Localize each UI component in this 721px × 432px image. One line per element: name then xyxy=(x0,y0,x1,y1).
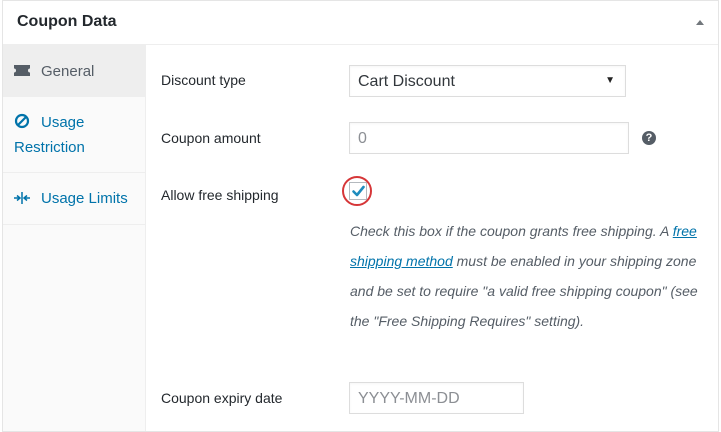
free-shipping-checkbox[interactable] xyxy=(349,182,367,200)
arrows-in-icon xyxy=(14,192,30,204)
discount-type-label: Discount type xyxy=(161,72,246,88)
tab-usage-restriction-label: Usage Restriction xyxy=(14,114,85,156)
ticket-icon xyxy=(14,65,30,76)
panel-header: Coupon Data xyxy=(3,1,718,45)
general-options: Discount type Cart Discount ▼ Coupon amo… xyxy=(146,45,718,431)
expiry-date-input[interactable]: YYYY-MM-DD xyxy=(349,382,524,414)
expiry-date-placeholder: YYYY-MM-DD xyxy=(358,390,460,407)
tab-usage-limits-label: Usage Limits xyxy=(41,190,128,207)
tab-general[interactable]: General xyxy=(3,45,145,97)
collapse-toggle-icon[interactable] xyxy=(696,20,704,25)
coupon-data-panel: Coupon Data General Usage Restriction Us… xyxy=(2,0,719,432)
caret-down-icon: ▼ xyxy=(605,75,615,86)
coupon-amount-input[interactable]: 0 xyxy=(349,122,629,154)
description-text-start: Check this box if the coupon grants free… xyxy=(350,223,673,239)
free-shipping-description: Check this box if the coupon grants free… xyxy=(350,216,710,336)
help-icon[interactable]: ? xyxy=(642,131,656,145)
panel-title: Coupon Data xyxy=(17,13,117,30)
tab-usage-restriction[interactable]: Usage Restriction xyxy=(3,97,145,173)
tab-usage-limits[interactable]: Usage Limits xyxy=(3,173,145,225)
expiry-date-label: Coupon expiry date xyxy=(161,390,283,406)
coupon-amount-label: Coupon amount xyxy=(161,130,261,146)
discount-type-value: Cart Discount xyxy=(358,73,455,90)
free-shipping-label: Allow free shipping xyxy=(161,187,279,203)
tab-general-label: General xyxy=(41,63,95,80)
discount-type-select[interactable]: Cart Discount ▼ xyxy=(349,65,626,97)
coupon-amount-value: 0 xyxy=(358,130,367,147)
coupon-tabs: General Usage Restriction Usage Limits xyxy=(3,45,146,431)
checkmark-icon xyxy=(352,185,365,197)
